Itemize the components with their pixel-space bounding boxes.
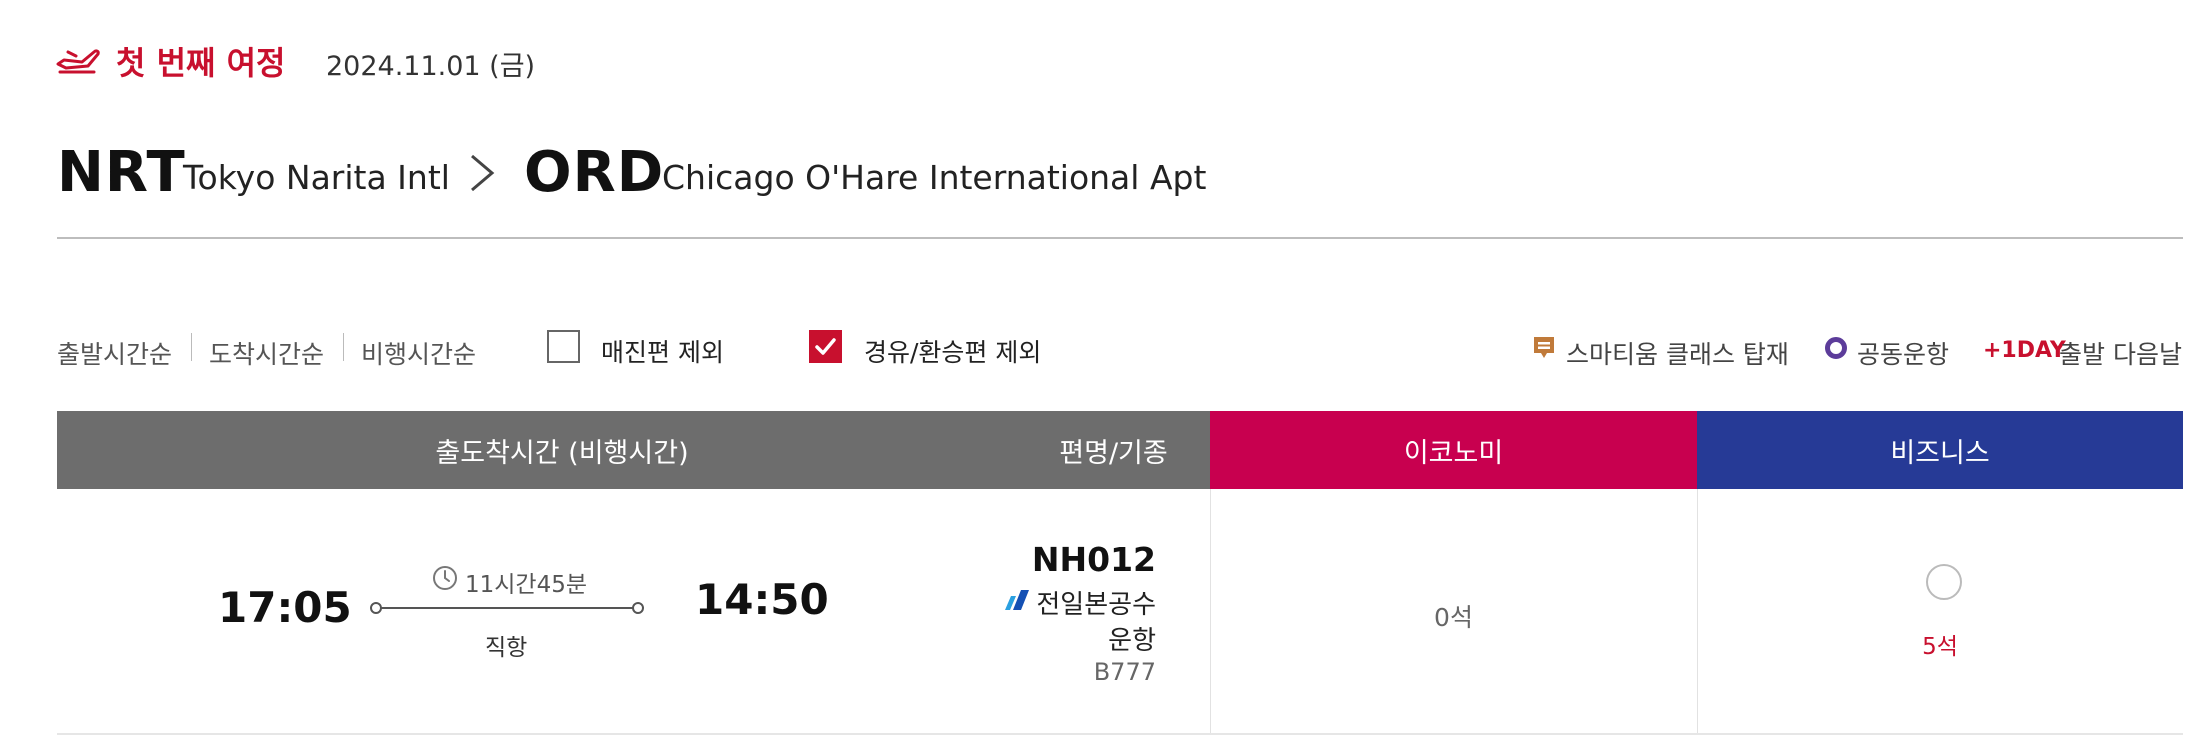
plus1day-badge: +1DAY (1983, 338, 2066, 363)
arrival-airport-name: Chicago O'Hare International Apt (662, 158, 1207, 197)
exclude-transit-label[interactable]: 경유/환승편 제외 (864, 333, 1041, 369)
arrival-airport-code: ORD (524, 140, 665, 205)
exclude-transit-checkbox[interactable] (809, 330, 842, 363)
sort-separator (343, 333, 344, 361)
column-header-business: 비즈니스 (1697, 411, 2183, 489)
operating-carrier-suffix: 운항 (1108, 626, 1156, 656)
column-header-time: 출도착시간 (비행시간) (57, 411, 1017, 489)
sort-arrival-time[interactable]: 도착시간순 (209, 335, 324, 371)
departure-time: 17:05 (218, 583, 352, 632)
sort-flight-duration[interactable]: 비행시간순 (361, 335, 476, 371)
departure-airport-name: Tokyo Narita Intl (183, 158, 450, 197)
flight-number[interactable]: NH012 (1000, 540, 1156, 579)
journey-title: 첫 번째 여정 (116, 44, 286, 82)
legend-codeshare: 공동운항 (1857, 340, 1950, 369)
clock-icon (433, 566, 457, 590)
business-fare-radio[interactable] (1926, 564, 1962, 600)
smartium-icon (1534, 337, 1554, 358)
exclude-soldout-checkbox[interactable] (547, 330, 580, 363)
sort-separator (191, 333, 192, 361)
operating-carrier: 전일본공수 (1036, 590, 1156, 620)
legend-smartium: 스마티움 클래스 탑재 (1566, 340, 1789, 369)
column-header-time-label: 출도착시간 (비행시간) (435, 437, 689, 469)
column-header-economy: 이코노미 (1210, 411, 1697, 489)
codeshare-icon (1825, 337, 1847, 359)
route-divider (57, 237, 2183, 239)
legend-plus1day: 출발 다음날 (2059, 340, 2182, 369)
flight-timeline (370, 602, 644, 614)
economy-seats: 0석 (1434, 603, 1473, 632)
flight-duration: 11시간45분 (465, 572, 588, 598)
departure-airport-code: NRT (57, 140, 186, 205)
stops-label: 직항 (485, 635, 528, 661)
sort-departure-time[interactable]: 출발시간순 (57, 335, 172, 371)
arrival-time: 14:50 (695, 575, 829, 624)
column-divider (1697, 489, 1698, 735)
business-seats: 5석 (1922, 634, 1958, 660)
chevron-right-icon (471, 154, 495, 192)
exclude-soldout-label[interactable]: 매진편 제외 (601, 333, 724, 369)
journey-date: 2024.11.01 (금) (326, 51, 536, 82)
plane-departure-icon (56, 49, 100, 74)
aircraft-type: B777 (1093, 658, 1156, 686)
check-icon (815, 338, 836, 355)
column-header-flight: 편명/기종 (1017, 411, 1210, 489)
